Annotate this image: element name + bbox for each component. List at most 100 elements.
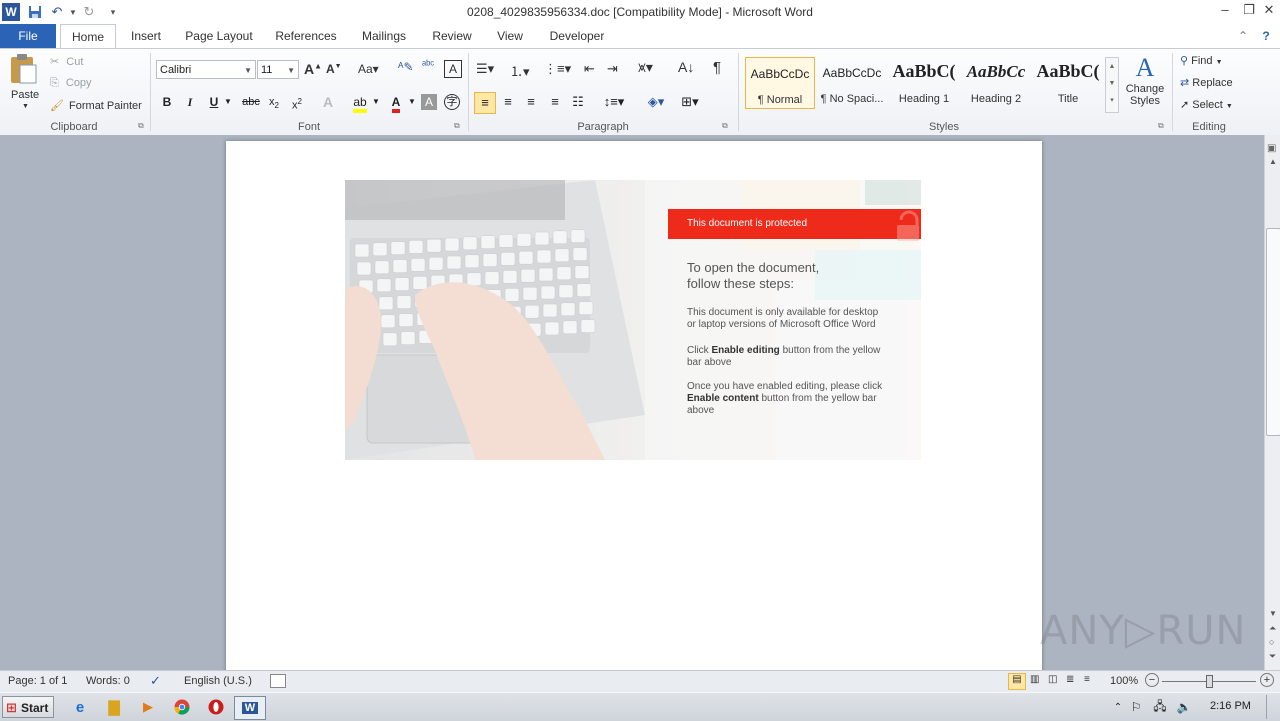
outline-icon[interactable]: ≣	[1066, 674, 1074, 685]
style-normal[interactable]: AaBbCcDc ¶ Normal	[745, 57, 815, 109]
tab-developer[interactable]: Developer	[542, 24, 612, 48]
font-name-combo[interactable]: Calibri ▼	[156, 60, 256, 79]
font-color-icon[interactable]: A	[386, 92, 406, 113]
start-button[interactable]: ⊞ Start	[2, 696, 54, 718]
align-center-icon[interactable]: ≡	[498, 92, 518, 112]
action-center-icon[interactable]: ⚐	[1124, 696, 1148, 718]
scroll-up-icon[interactable]: ▲	[1269, 157, 1277, 166]
full-screen-reading-icon[interactable]: ▥	[1030, 674, 1039, 685]
language-indicator[interactable]: English (U.S.)	[184, 675, 252, 687]
distributed-icon[interactable]: ☷	[568, 92, 588, 112]
bold-icon[interactable]: B	[157, 92, 177, 112]
font-launcher-icon[interactable]: ⧉	[454, 121, 460, 131]
volume-icon[interactable]: 🔈	[1172, 696, 1196, 718]
bullets-icon[interactable]: ☰▾	[476, 61, 494, 77]
tab-mailings[interactable]: Mailings	[354, 24, 414, 48]
tab-file[interactable]: File	[0, 24, 56, 48]
restore-button[interactable]: ❐	[1238, 2, 1260, 20]
change-case-icon[interactable]: Aa▾	[358, 62, 379, 76]
change-styles-button[interactable]: A Change Styles	[1122, 53, 1168, 107]
scroll-down-icon[interactable]: ▼	[1269, 609, 1277, 618]
text-effects-icon[interactable]: A	[318, 92, 338, 112]
paste-button[interactable]: Paste ▼	[8, 53, 42, 110]
page-count[interactable]: Page: 1 of 1	[8, 675, 67, 687]
highlight-color-icon[interactable]: ab	[350, 92, 370, 113]
minimize-button[interactable]: –	[1214, 2, 1236, 20]
numbering-icon[interactable]: ⒈▾	[510, 61, 530, 80]
browse-object-icon[interactable]: ○	[1269, 637, 1274, 647]
style-heading-1[interactable]: AaBbC( Heading 1	[889, 57, 959, 109]
align-left-icon[interactable]: ≡	[474, 92, 496, 114]
underline-icon[interactable]: U	[204, 92, 224, 112]
font-color-dropdown-icon[interactable]: ▼	[406, 92, 418, 112]
character-shading-icon[interactable]: A	[421, 94, 437, 110]
macro-record-icon[interactable]	[270, 674, 286, 688]
proofing-icon[interactable]: ✓	[150, 673, 161, 689]
strikethrough-icon[interactable]: abc	[238, 92, 264, 112]
ruler-toggle-icon[interactable]: ▣	[1267, 143, 1276, 154]
minimize-ribbon-icon[interactable]: ⌃	[1234, 24, 1252, 48]
style-heading-2[interactable]: AaBbCc Heading 2	[961, 57, 1031, 109]
media-player-icon[interactable]: ▶	[136, 696, 160, 718]
decrease-indent-icon[interactable]: ⇤	[584, 61, 595, 77]
show-formatting-icon[interactable]: ¶	[713, 59, 721, 76]
zoom-level[interactable]: 100%	[1110, 675, 1138, 687]
copy-button[interactable]: ⎘ Copy	[50, 77, 92, 90]
internet-explorer-icon[interactable]: e	[68, 696, 92, 718]
scroll-thumb[interactable]	[1266, 228, 1280, 436]
grow-font-icon[interactable]: A▲	[304, 61, 322, 77]
styles-launcher-icon[interactable]: ⧉	[1158, 121, 1164, 131]
align-right-icon[interactable]: ≡	[521, 92, 541, 112]
subscript-icon[interactable]: x2	[264, 92, 284, 112]
opera-icon[interactable]	[204, 696, 228, 718]
line-spacing-icon[interactable]: ↕≡▾	[600, 92, 628, 112]
italic-icon[interactable]: I	[180, 92, 200, 112]
network-icon[interactable]: 🖧	[1148, 696, 1172, 718]
tab-references[interactable]: References	[270, 24, 342, 48]
close-button[interactable]: ✕	[1258, 2, 1280, 20]
next-page-icon[interactable]: ⏷	[1269, 651, 1276, 662]
help-icon[interactable]: ?	[1256, 24, 1276, 48]
sort-icon[interactable]: A↓	[678, 59, 694, 75]
web-layout-icon[interactable]: ◫	[1048, 674, 1057, 685]
style-title[interactable]: AaBbC( Title	[1033, 57, 1103, 109]
format-painter-button[interactable]: 🖌 Format Painter	[50, 99, 142, 112]
clipboard-launcher-icon[interactable]: ⧉	[138, 121, 144, 131]
draft-icon[interactable]: ≡	[1084, 674, 1090, 685]
highlight-dropdown-icon[interactable]: ▼	[370, 92, 382, 112]
phonetic-guide-icon[interactable]: ᵃᵇᶜ	[422, 59, 434, 71]
document-page[interactable]: This document is protected To open the d…	[226, 141, 1042, 670]
show-desktop-button[interactable]	[1266, 695, 1279, 719]
paragraph-launcher-icon[interactable]: ⧉	[722, 121, 728, 131]
replace-button[interactable]: ⇄ Replace	[1180, 76, 1233, 89]
font-size-combo[interactable]: 11 ▼	[257, 60, 299, 79]
select-button[interactable]: ➚ Select ▼	[1180, 98, 1233, 111]
find-button[interactable]: ⚲ Find ▼	[1180, 54, 1223, 67]
word-count[interactable]: Words: 0	[86, 675, 130, 687]
style-no-spacing[interactable]: AaBbCcDc ¶ No Spaci...	[817, 57, 887, 109]
underline-dropdown-icon[interactable]: ▼	[222, 92, 234, 112]
chrome-icon[interactable]	[170, 696, 194, 718]
tab-view[interactable]: View	[490, 24, 530, 48]
tab-page-layout[interactable]: Page Layout	[180, 24, 258, 48]
vertical-scrollbar[interactable]: ▣ ▲ ▼ ⏶ ○ ⏷	[1264, 135, 1280, 670]
character-border-icon[interactable]: A	[444, 60, 462, 78]
shrink-font-icon[interactable]: A▼	[326, 62, 342, 76]
justify-icon[interactable]: ≡	[545, 92, 565, 112]
print-layout-icon[interactable]: ▤	[1008, 673, 1026, 690]
clear-formatting-icon[interactable]: ᴬ✎	[398, 60, 414, 74]
tab-home[interactable]: Home	[60, 24, 116, 49]
tab-review[interactable]: Review	[426, 24, 478, 48]
document-area[interactable]: This document is protected To open the d…	[0, 135, 1264, 670]
cut-button[interactable]: ✂ Cut	[50, 55, 83, 68]
tab-insert[interactable]: Insert	[122, 24, 170, 48]
superscript-icon[interactable]: x2	[287, 92, 307, 112]
styles-gallery-scroll[interactable]: ▲ ▼ ▾	[1105, 57, 1119, 113]
multilevel-list-icon[interactable]: ⋮≡▾	[544, 61, 571, 77]
zoom-in-icon[interactable]: +	[1260, 673, 1274, 687]
borders-icon[interactable]: ⊞▾	[676, 92, 704, 112]
folder-icon[interactable]: ▇	[102, 696, 126, 718]
enclose-characters-icon[interactable]: 字	[444, 94, 460, 110]
shading-icon[interactable]: ◈▾	[642, 92, 670, 112]
previous-page-icon[interactable]: ⏶	[1269, 623, 1276, 634]
